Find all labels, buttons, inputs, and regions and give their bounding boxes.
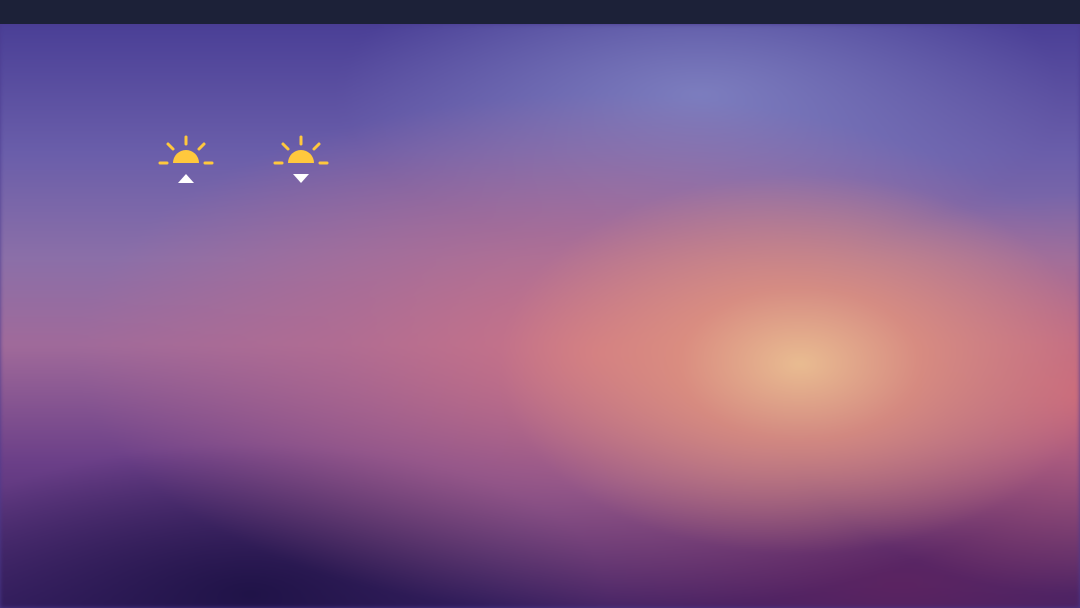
wallpaper-background — [0, 24, 1080, 608]
top-bar — [0, 0, 1080, 24]
sunset-glyph — [273, 135, 329, 183]
sunset-icon[interactable] — [272, 134, 330, 186]
sunrise-glyph — [158, 135, 214, 183]
desktop-screen — [0, 0, 1080, 608]
sunrise-icon[interactable] — [157, 134, 215, 186]
